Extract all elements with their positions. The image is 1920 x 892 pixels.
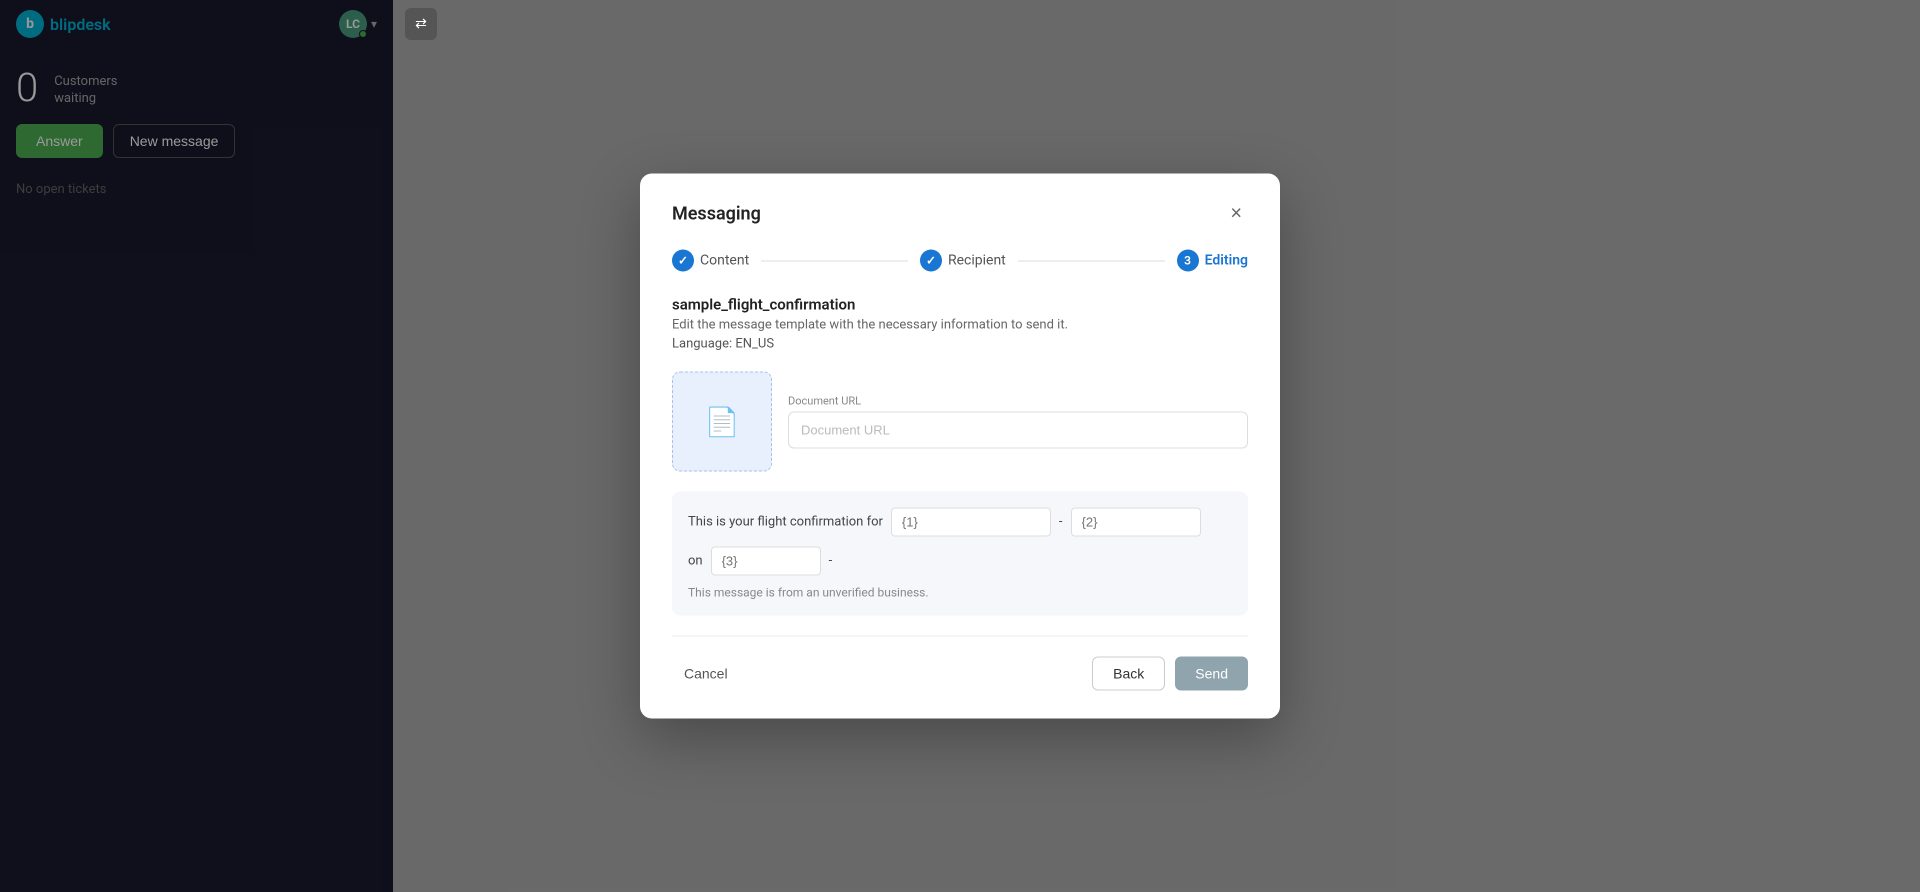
modal-title: Messaging [672,203,761,224]
step-editing: 3 Editing [1177,250,1248,272]
message-template-area: This is your flight confirmation for - o… [672,492,1248,616]
check-icon-1 [678,254,688,268]
document-url-input[interactable] [788,412,1248,449]
footer-right: Back Send [1092,657,1248,691]
unverified-note: This message is from an unverified busin… [688,586,1232,600]
back-button[interactable]: Back [1092,657,1165,691]
message-row-2: on - [688,547,1232,576]
messaging-modal: Messaging × Content Recipient 3 [640,174,1280,719]
modal-wrapper: Messaging × Content Recipient 3 [640,174,1280,719]
step-content: Content [672,250,749,272]
close-button[interactable]: × [1224,202,1248,226]
template-name: sample_flight_confirmation [672,296,1248,314]
document-url-label: Document URL [788,395,1248,408]
send-button[interactable]: Send [1175,657,1248,691]
stepper: Content Recipient 3 Editing [672,250,1248,272]
template-description: Edit the message template with the neces… [672,318,1248,333]
check-icon-2 [926,254,936,268]
step-3-label: Editing [1205,253,1248,269]
step-2-label: Recipient [948,253,1006,269]
step-3-number: 3 [1184,254,1191,268]
dash-1: - [1059,515,1063,530]
template-input-3[interactable] [711,547,821,576]
step-2-icon [920,250,942,272]
cancel-button[interactable]: Cancel [672,658,740,690]
dash-2: - [829,554,833,569]
document-icon: 📄 [705,405,740,438]
template-language: Language: EN_US [672,337,1248,352]
modal-footer: Cancel Back Send [672,636,1248,691]
message-text-2: on [688,554,703,569]
message-text-1: This is your flight confirmation for [688,515,883,530]
step-1-label: Content [700,253,749,269]
step-line-1 [761,260,908,261]
modal-header: Messaging × [672,202,1248,226]
template-input-1[interactable] [891,508,1051,537]
message-row-1: This is your flight confirmation for - [688,508,1232,537]
document-section: 📄 Document URL [672,372,1248,472]
step-recipient: Recipient [920,250,1006,272]
top-icon-bar: ⇄ [393,0,449,48]
swap-icon: ⇄ [405,8,437,40]
step-3-icon: 3 [1177,250,1199,272]
step-1-icon [672,250,694,272]
step-line-2 [1018,260,1165,261]
template-input-2[interactable] [1071,508,1201,537]
document-url-field: Document URL [788,395,1248,449]
document-preview: 📄 [672,372,772,472]
